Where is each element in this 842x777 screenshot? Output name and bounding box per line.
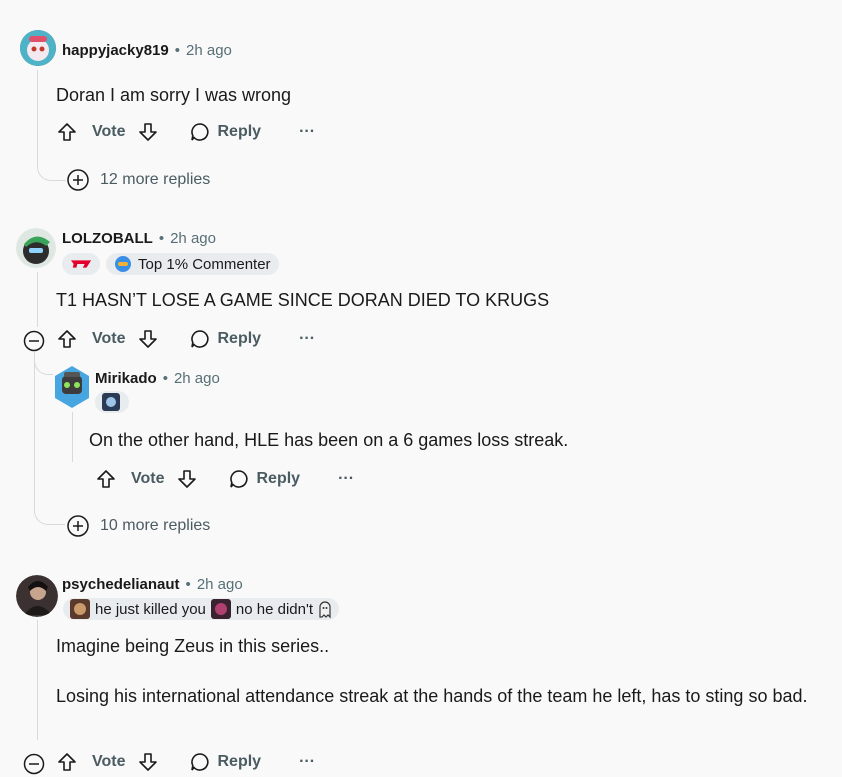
action-bar: Vote Reply ···: [56, 328, 315, 350]
timestamp[interactable]: 2h ago: [174, 370, 220, 387]
flair-emote-icon: [70, 599, 90, 619]
thread-curve: [34, 352, 53, 375]
username[interactable]: psychedelianaut: [62, 576, 180, 593]
comment-body-p2: Losing his international attendance stre…: [56, 686, 808, 706]
comment-body: T1 HASN’T LOSE A GAME SINCE DORAN DIED T…: [56, 290, 550, 310]
avatar-icon: [16, 575, 58, 617]
separator-dot: •: [185, 576, 191, 593]
reply-button[interactable]: Reply: [189, 121, 261, 143]
flair-emote-icon: [210, 599, 231, 619]
flair-text-2: no he didn't: [235, 600, 314, 618]
avatar[interactable]: [16, 228, 56, 268]
flair-text-1: he just killed you: [95, 600, 206, 618]
more-options-button[interactable]: ···: [338, 470, 354, 488]
expand-icon: [67, 169, 89, 191]
reply-label: Reply: [217, 330, 262, 347]
user-flair: he just killed you no he didn't: [63, 598, 340, 620]
timestamp[interactable]: 2h ago: [170, 230, 216, 247]
avatar[interactable]: [20, 30, 56, 66]
vote-label: Vote: [92, 123, 126, 140]
thread-line[interactable]: [37, 272, 38, 327]
comment-icon: [191, 123, 210, 141]
reply-button[interactable]: Reply: [228, 468, 300, 490]
avatar-icon: [55, 366, 89, 408]
ghost-emote-icon: [319, 601, 331, 619]
reply-label: Reply: [256, 470, 301, 487]
avatar-icon: [16, 228, 56, 268]
timestamp[interactable]: 2h ago: [197, 576, 243, 593]
reply-button[interactable]: Reply: [189, 751, 261, 773]
vote-group: Vote: [56, 751, 159, 773]
upvote-icon[interactable]: [56, 751, 78, 773]
comment-body: On the other hand, HLE has been on a 6 g…: [89, 430, 569, 450]
timestamp[interactable]: 2h ago: [186, 42, 232, 59]
reply-button[interactable]: Reply: [189, 328, 261, 350]
collapse-button[interactable]: [23, 330, 45, 352]
comment-body: Doran I am sorry I was wrong: [56, 85, 292, 105]
vote-group: Vote: [56, 328, 159, 350]
user-flair-badge: Top 1% Commenter: [106, 253, 279, 275]
comment-icon: [191, 330, 210, 348]
vote-label: Vote: [131, 470, 165, 487]
user-flair: [95, 391, 129, 413]
vote-group: Vote: [56, 121, 159, 143]
comment-icon: [191, 753, 210, 771]
thread-curve: [37, 155, 66, 181]
action-bar: Vote Reply ···: [95, 468, 354, 490]
downvote-icon[interactable]: [137, 121, 159, 143]
separator-dot: •: [174, 42, 181, 59]
flair-emote-icon: [102, 393, 120, 411]
more-replies-button[interactable]: 10 more replies: [66, 514, 210, 538]
reply-label: Reply: [217, 753, 262, 770]
more-replies-label: 10 more replies: [100, 517, 211, 534]
upvote-icon[interactable]: [95, 468, 117, 490]
vote-label: Vote: [92, 330, 126, 347]
action-bar: Vote Reply ···: [56, 121, 315, 143]
more-options-button[interactable]: ···: [299, 123, 315, 141]
more-options-button[interactable]: ···: [299, 330, 315, 348]
upvote-icon[interactable]: [56, 121, 78, 143]
collapse-icon: [23, 330, 45, 352]
separator-dot: •: [162, 370, 168, 387]
expand-icon: [67, 515, 89, 537]
top-commenter-icon: [115, 256, 131, 272]
collapse-button[interactable]: [23, 753, 45, 775]
avatar[interactable]: [52, 364, 92, 410]
more-replies-label: 12 more replies: [100, 171, 211, 188]
thread-line[interactable]: [72, 412, 73, 462]
more-options-button[interactable]: ···: [299, 753, 315, 771]
user-flair-t1: [62, 253, 100, 275]
comment-icon: [230, 470, 249, 488]
thread-line[interactable]: [37, 70, 38, 160]
vote-group: Vote: [95, 468, 198, 490]
collapse-icon: [23, 753, 45, 775]
vote-label: Vote: [92, 753, 126, 770]
thread-line[interactable]: [37, 620, 38, 740]
upvote-icon[interactable]: [56, 328, 78, 350]
avatar[interactable]: [16, 575, 58, 617]
comment-body-p1: Imagine being Zeus in this series..: [56, 636, 330, 656]
reply-label: Reply: [217, 123, 262, 140]
downvote-icon[interactable]: [137, 328, 159, 350]
username[interactable]: Mirikado: [95, 370, 157, 387]
separator-dot: •: [158, 230, 165, 247]
downvote-icon[interactable]: [137, 751, 159, 773]
downvote-icon[interactable]: [176, 468, 198, 490]
more-replies-button[interactable]: 12 more replies: [66, 168, 210, 192]
t1-logo-icon: [70, 260, 92, 268]
thread-line[interactable]: [34, 353, 35, 513]
action-bar: Vote Reply ···: [56, 751, 315, 773]
flair-label: Top 1% Commenter: [138, 255, 271, 273]
username[interactable]: happyjacky819: [62, 42, 169, 59]
thread-curve: [34, 500, 65, 525]
username[interactable]: LOLZOBALL: [62, 230, 153, 247]
avatar-icon: [20, 30, 56, 66]
